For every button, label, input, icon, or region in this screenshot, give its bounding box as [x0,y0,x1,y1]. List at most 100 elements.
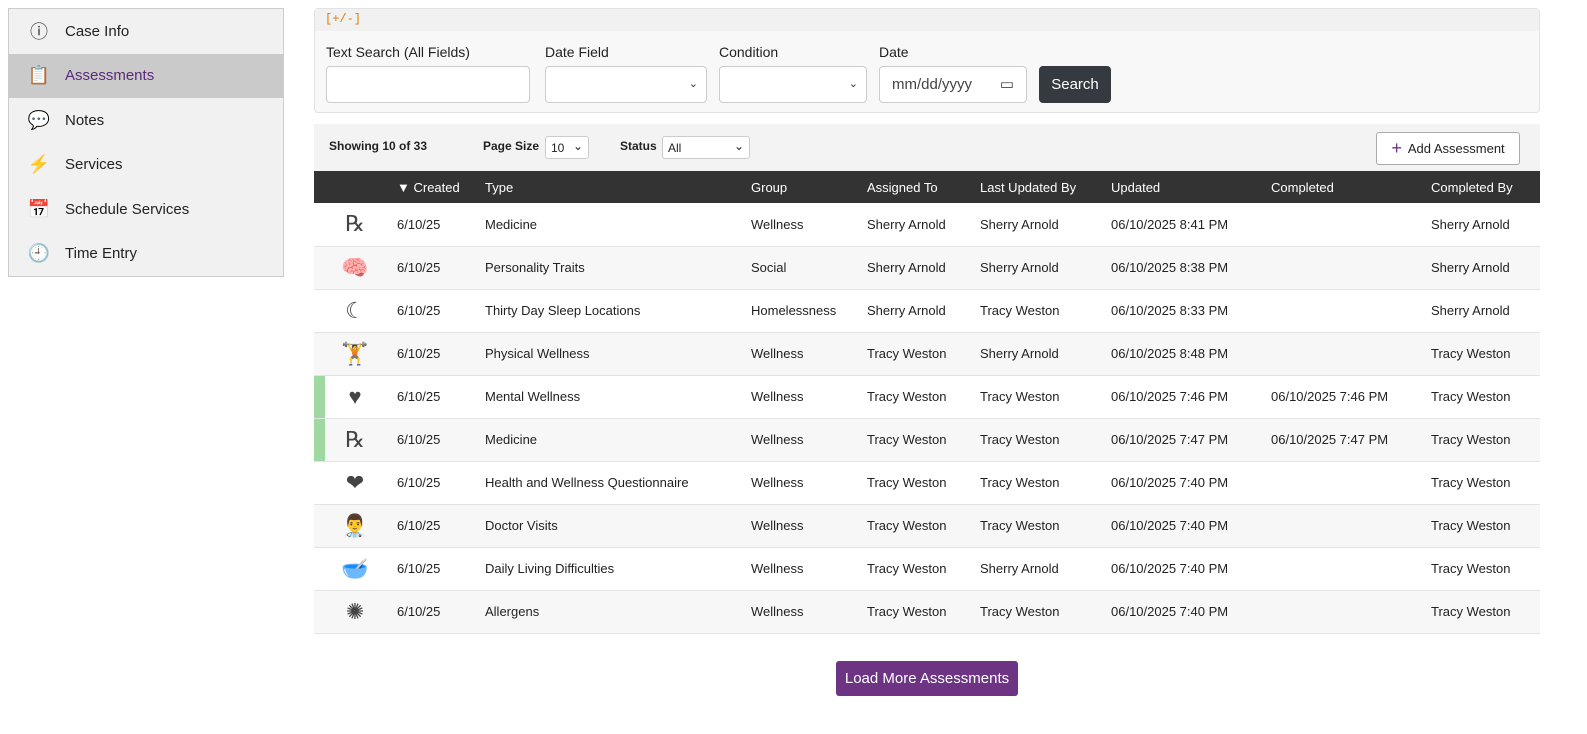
table-row[interactable]: ℞ 6/10/25 Medicine Wellness Sherry Arnold She… [314,203,1540,247]
table-cell: Wellness [750,547,866,591]
table-cell: Sherry Arnold [1430,203,1540,247]
add-assessment-button[interactable]: + Add Assessment [1376,132,1520,165]
column-header[interactable]: ▼ Created [396,171,484,203]
table-cell: Tracy Weston [866,418,979,462]
date-input[interactable]: mm/dd/yyyy ▭ [879,66,1027,103]
weightlifter-icon: 🏋 [341,340,369,366]
table-cell: 06/10/2025 7:47 PM [1110,418,1270,462]
table-cell: Mental Wellness [484,375,750,419]
sidebar-item-assessments[interactable]: 📋 Assessments [9,53,283,98]
table-row[interactable]: ❤ 6/10/25 Health and Wellness Questionnair… [314,461,1540,505]
table-cell: Tracy Weston [979,590,1110,634]
table-cell: 6/10/25 [396,246,484,290]
sidebar-item-time-entry[interactable]: 🕘 Time Entry [9,232,283,277]
sidebar-item-notes[interactable]: 💬 Notes [9,98,283,143]
table-cell: Tracy Weston [866,375,979,419]
sidebar-item-label: Case Info [65,22,130,40]
table-row[interactable]: ℞ 6/10/25 Medicine Wellness Tracy Weston Trac… [314,418,1540,462]
table-cell: 6/10/25 [396,547,484,591]
heartbeat-icon: ❤ [345,469,365,495]
moon-sleep-icon: ☾ [345,297,365,323]
bowl-spoon-icon: 🥣 [341,555,369,581]
sidebar-item-schedule-services[interactable]: 📅 Schedule Services [9,187,283,232]
table-cell [1270,289,1430,333]
table-cell: Sherry Arnold [1430,289,1540,333]
sidebar-nav: ⓘ Case Info 📋 Assessments 💬 Notes ⚡ Services 📅 Sc… [8,8,284,277]
date-field-select[interactable]: ⌄ [545,66,707,103]
table-cell: Social [750,246,866,290]
table-cell: Tracy Weston [979,504,1110,548]
table-cell: Sherry Arnold [866,246,979,290]
completed-marker [314,375,325,418]
table-cell: Tracy Weston [979,461,1110,505]
sidebar-item-label: Services [65,156,123,174]
table-cell: 6/10/25 [396,375,484,419]
date-label: Date [879,44,909,60]
table-cell [1270,504,1430,548]
column-header: Group [750,171,866,203]
clock-icon: 🕘 [27,243,51,264]
page-size-select[interactable]: 10 ⌄ [545,136,589,159]
table-cell: Tracy Weston [866,547,979,591]
table-cell: Tracy Weston [1430,418,1540,462]
chevron-down-icon: ⌄ [848,78,858,90]
sidebar-item-label: Schedule Services [65,200,190,218]
table-cell: Sherry Arnold [979,246,1110,290]
table-cell: Doctor Visits [484,504,750,548]
sidebar-item-label: Assessments [65,67,155,85]
load-more-button[interactable]: Load More Assessments [836,661,1018,696]
table-cell: Sherry Arnold [866,289,979,333]
assessments-table: ▼ Created Type Group Assigned To Last Update… [314,171,1540,634]
table-row[interactable]: 🏋 6/10/25 Physical Wellness Wellness Tracy W… [314,332,1540,376]
table-row[interactable]: 🧠 6/10/25 Personality Traits Social Sherry A… [314,246,1540,290]
sidebar-item-label: Time Entry [65,245,137,263]
table-cell: Personality Traits [484,246,750,290]
table-cell: Wellness [750,418,866,462]
table-cell: 6/10/25 [396,332,484,376]
table-cell: Sherry Arnold [979,203,1110,247]
head-puzzle-icon: 🧠 [341,254,369,280]
table-row[interactable]: ♥ 6/10/25 Mental Wellness Wellness Tracy Wes… [314,375,1540,419]
table-cell [1270,461,1430,505]
status-select[interactable]: All ⌄ [662,136,750,159]
calendar-icon[interactable]: ▭ [1000,75,1014,93]
sidebar-item-label: Notes [65,111,105,129]
table-cell: Sherry Arnold [979,547,1110,591]
sidebar-item-services[interactable]: ⚡ Services [9,143,283,188]
table-row[interactable]: ✺ 6/10/25 Allergens Wellness Tracy Weston Tra… [314,590,1540,634]
date-field-label: Date Field [545,44,609,60]
table-cell: Homelessness [750,289,866,333]
sidebar-item-case-info[interactable]: ⓘ Case Info [9,9,283,54]
table-cell: 06/10/2025 7:40 PM [1110,547,1270,591]
table-cell: 6/10/25 [396,203,484,247]
table-cell: Sherry Arnold [1430,246,1540,290]
virus-icon: ✺ [345,598,365,624]
table-cell: Tracy Weston [1430,547,1540,591]
table-cell: 6/10/25 [396,590,484,634]
rx-icon: ℞ [345,211,365,237]
table-cell: 6/10/25 [396,461,484,505]
table-cell: Daily Living Difficulties [484,547,750,591]
table-cell: Tracy Weston [1430,504,1540,548]
column-header: Type [484,171,750,203]
table-cell: 06/10/2025 8:38 PM [1110,246,1270,290]
search-button[interactable]: Search [1039,66,1111,103]
table-cell: 06/10/2025 7:47 PM [1270,418,1430,462]
condition-select[interactable]: ⌄ [719,66,867,103]
table-cell: Tracy Weston [1430,461,1540,505]
filter-toggle[interactable]: [+/-] [315,9,1539,31]
condition-label: Condition [719,44,779,60]
table-cell: Tracy Weston [1430,590,1540,634]
table-cell: 06/10/2025 8:41 PM [1110,203,1270,247]
table-cell: Tracy Weston [866,504,979,548]
text-search-input[interactable] [326,66,530,103]
table-cell: Tracy Weston [866,332,979,376]
table-row[interactable]: 🥣 6/10/25 Daily Living Difficulties Wellnes… [314,547,1540,591]
table-cell: Allergens [484,590,750,634]
table-cell [1270,590,1430,634]
table-cell: Wellness [750,375,866,419]
page-size-label: Page Size [483,139,540,153]
table-row[interactable]: ☾ 6/10/25 Thirty Day Sleep Locations Homele… [314,289,1540,333]
table-cell: Tracy Weston [979,418,1110,462]
table-row[interactable]: 👨‍⚕️ 6/10/25 Doctor Visits Wellness Tracy We… [314,504,1540,548]
